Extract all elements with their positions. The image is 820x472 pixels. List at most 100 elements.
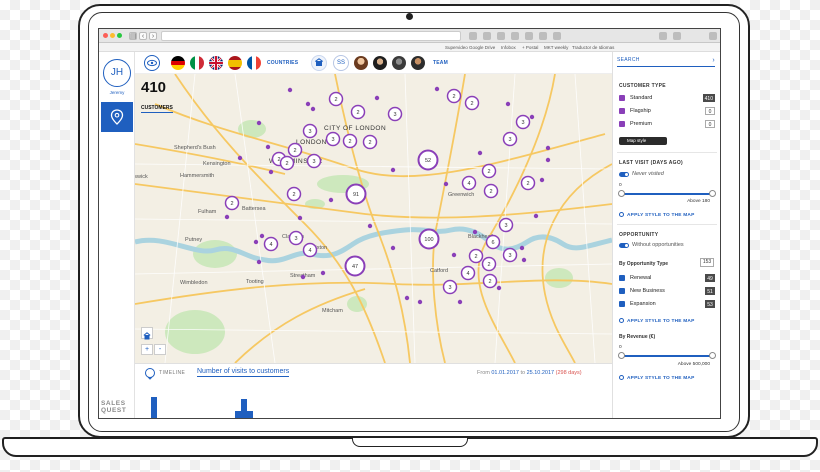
team-member-avatar[interactable]: SS xyxy=(333,55,349,71)
customer-dot[interactable] xyxy=(259,233,265,239)
timeline-metric-select[interactable]: Number of visits to customers xyxy=(197,368,290,377)
reader-icon[interactable] xyxy=(511,32,519,40)
customer-cluster[interactable]: 3 xyxy=(442,279,458,295)
customer-dot[interactable] xyxy=(472,229,478,235)
customer-cluster[interactable]: 2 xyxy=(520,175,536,191)
italy-flag[interactable] xyxy=(190,56,204,70)
customer-cluster[interactable]: 2 xyxy=(481,163,497,179)
customer-dot[interactable] xyxy=(404,295,410,301)
customer-cluster[interactable]: 3 xyxy=(325,131,341,147)
team-member-photo[interactable] xyxy=(392,56,406,70)
customer-cluster[interactable]: 3 xyxy=(302,123,318,139)
team-home-button[interactable] xyxy=(311,55,327,71)
search-input[interactable]: SEARCH › xyxy=(617,57,715,67)
customer-dot[interactable] xyxy=(519,245,525,251)
maximize-window-icon[interactable] xyxy=(117,33,122,38)
customer-dot[interactable] xyxy=(224,214,230,220)
map-canvas[interactable]: HollowayKilburnDalstonHackneyCITY OF LON… xyxy=(135,74,612,363)
new-tab-icon[interactable] xyxy=(709,32,717,40)
zoom-out-button[interactable]: - xyxy=(154,344,166,355)
customer-dot[interactable] xyxy=(521,257,527,263)
opportunity-row[interactable]: Expansion 53 xyxy=(619,300,715,309)
countries-label[interactable]: COUNTRIES xyxy=(267,60,298,66)
customer-cluster[interactable]: 3 xyxy=(502,247,518,263)
zoom-in-button[interactable]: + xyxy=(141,344,153,355)
customer-dot[interactable] xyxy=(268,169,274,175)
tabs-icon[interactable] xyxy=(673,32,681,40)
customer-dot[interactable] xyxy=(390,245,396,251)
customer-cluster[interactable]: 3 xyxy=(502,131,518,147)
bookmark-item[interactable]: + Postal xyxy=(522,45,538,50)
customer-dot[interactable] xyxy=(297,215,303,221)
customer-cluster[interactable]: 2 xyxy=(362,134,378,150)
customer-cluster[interactable]: 2 xyxy=(464,95,480,111)
sidebar-item-map[interactable] xyxy=(101,102,133,132)
reload-icon[interactable] xyxy=(469,32,477,40)
customer-cluster[interactable]: 2 xyxy=(279,155,295,171)
team-member-photo[interactable] xyxy=(411,56,425,70)
address-bar[interactable] xyxy=(161,31,461,41)
uk-flag[interactable] xyxy=(209,56,223,70)
customer-dot[interactable] xyxy=(533,213,539,219)
timeline-bar[interactable] xyxy=(151,396,157,418)
customer-cluster[interactable]: 91 xyxy=(345,183,367,205)
customer-cluster[interactable]: 3 xyxy=(515,114,531,130)
timeline-bar[interactable] xyxy=(247,410,253,418)
customer-dot[interactable] xyxy=(310,106,316,112)
slider-handle[interactable] xyxy=(709,190,716,197)
chevron-down-icon[interactable] xyxy=(145,368,155,380)
customer-dot[interactable] xyxy=(545,157,551,163)
bookmark-item[interactable]: Infobox xyxy=(501,45,516,50)
customer-dot[interactable] xyxy=(328,197,334,203)
sidebar-toggle-icon[interactable]: ▤ xyxy=(129,32,137,40)
locate-button[interactable] xyxy=(141,327,153,340)
revenue-slider[interactable] xyxy=(618,352,716,359)
checkbox[interactable] xyxy=(619,301,625,307)
checkbox[interactable] xyxy=(619,275,625,281)
customer-dot[interactable] xyxy=(539,177,545,183)
customer-dot[interactable] xyxy=(367,223,373,229)
customer-cluster[interactable]: 4 xyxy=(263,236,279,252)
customer-dot[interactable] xyxy=(256,259,262,265)
extension-icon[interactable] xyxy=(497,32,505,40)
customer-dot[interactable] xyxy=(477,150,483,156)
checkbox[interactable] xyxy=(619,288,625,294)
customer-cluster[interactable]: 3 xyxy=(498,217,514,233)
customer-cluster[interactable]: 52 xyxy=(417,149,439,171)
customer-dot[interactable] xyxy=(300,274,306,280)
slider-handle[interactable] xyxy=(618,190,625,197)
customer-cluster[interactable]: 4 xyxy=(461,175,477,191)
opportunity-row[interactable]: New Business 51 xyxy=(619,287,715,296)
customer-type-row[interactable]: Flagship 0 xyxy=(619,107,715,116)
bookmark-item[interactable]: Supervideo xyxy=(445,45,468,50)
customer-dot[interactable] xyxy=(256,120,262,126)
customer-dot[interactable] xyxy=(505,101,511,107)
customer-dot[interactable] xyxy=(374,95,380,101)
customer-cluster[interactable]: 3 xyxy=(387,106,403,122)
customer-cluster[interactable]: 2 xyxy=(328,91,344,107)
customer-dot[interactable] xyxy=(443,181,449,187)
customer-dot[interactable] xyxy=(237,155,243,161)
customer-cluster[interactable]: 3 xyxy=(288,230,304,246)
checkbox[interactable] xyxy=(619,121,625,127)
minimize-window-icon[interactable] xyxy=(110,33,115,38)
slider-handle[interactable] xyxy=(618,352,625,359)
customer-dot[interactable] xyxy=(451,252,457,258)
forward-icon[interactable]: › xyxy=(149,32,157,40)
customer-dot[interactable] xyxy=(253,239,259,245)
customer-dot[interactable] xyxy=(390,167,396,173)
from-date[interactable]: 01.01.2017 xyxy=(491,370,519,376)
customer-dot[interactable] xyxy=(265,144,271,150)
checkbox[interactable] xyxy=(619,108,625,114)
checkbox[interactable] xyxy=(619,95,625,101)
customer-cluster[interactable]: 2 xyxy=(287,142,303,158)
customer-cluster[interactable]: 2 xyxy=(483,183,499,199)
customer-dot[interactable] xyxy=(434,86,440,92)
customer-cluster[interactable]: 100 xyxy=(418,228,440,250)
map-style-button[interactable]: Map style xyxy=(619,137,667,145)
customer-cluster[interactable]: 2 xyxy=(342,133,358,149)
customer-cluster[interactable]: 3 xyxy=(306,153,322,169)
customer-dot[interactable] xyxy=(305,101,311,107)
share-icon[interactable] xyxy=(483,32,491,40)
apply-style-button[interactable]: APPLY STYLE TO THE MAP xyxy=(619,375,694,381)
